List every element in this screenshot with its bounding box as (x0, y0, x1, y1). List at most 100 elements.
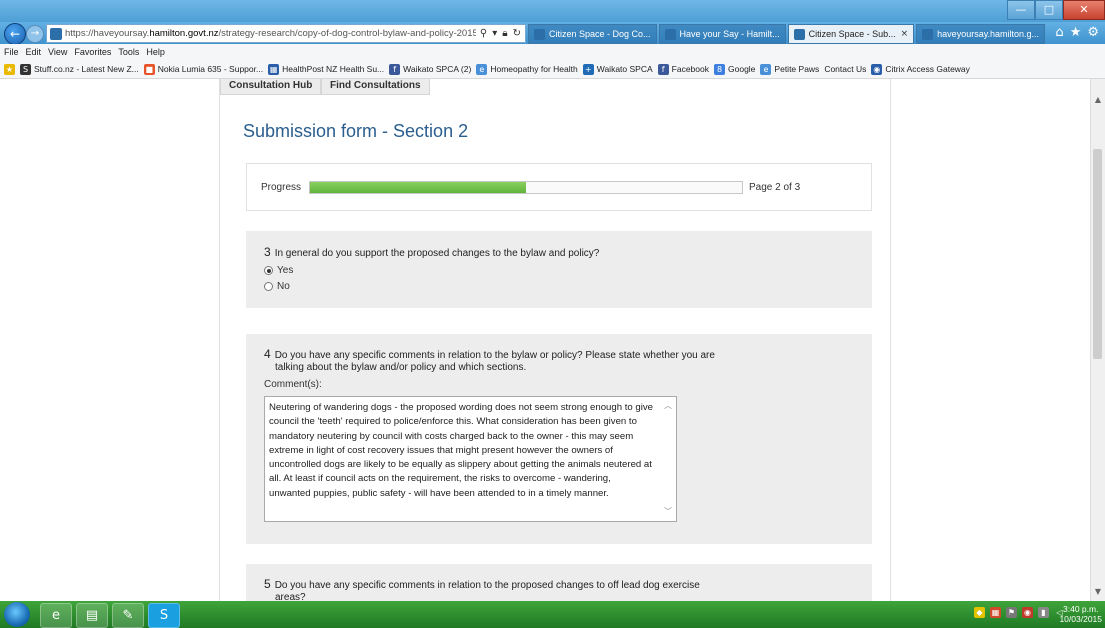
favorite-icon: S (20, 63, 31, 75)
menu-view[interactable]: View (48, 47, 67, 57)
favorite-link[interactable]: ■ Nokia Lumia 635 - Suppor... (143, 63, 264, 75)
favorite-icon: ■ (143, 63, 155, 75)
tray-app-icon[interactable]: ▦ (990, 607, 1001, 618)
tab-label: Have your Say - Hamilt... (679, 29, 780, 39)
clock-time: 3:40 p.m. (1063, 604, 1099, 614)
favorite-link[interactable]: e Petite Paws (760, 63, 820, 75)
minimize-button[interactable]: — (1007, 0, 1035, 20)
browser-right-icons: ⌂ ★ ⚙ (1055, 25, 1099, 40)
back-button[interactable]: ← (4, 23, 26, 45)
textarea-scroll-down-icon[interactable]: ﹀ (663, 507, 673, 517)
favorite-icon: + (582, 63, 594, 75)
comments-text: Neutering of wandering dogs - the propos… (269, 402, 653, 499)
question-5: 5 Do you have any specific comments in re… (246, 564, 872, 601)
radio-yes[interactable] (264, 266, 273, 275)
tray-antivirus-icon[interactable]: ◉ (1022, 607, 1033, 618)
textarea-scroll-up-icon[interactable]: ︿ (663, 401, 673, 411)
question-3-text: 3 In general do you support the proposed … (264, 246, 599, 260)
question-label: Do you have any specific comments in rel… (274, 350, 715, 361)
radio-no[interactable] (264, 282, 273, 291)
system-tray: ◆ ▦ ⚑ ◉ ▮ ◁ (974, 607, 1065, 618)
favorite-icon: e (760, 63, 772, 75)
network-icon[interactable]: ▮ (1038, 607, 1049, 618)
home-icon[interactable]: ⌂ (1055, 25, 1063, 40)
favorites-star-icon[interactable]: ★ (1070, 25, 1082, 40)
forward-button[interactable]: → (26, 25, 44, 43)
favorite-label: Waikato SPCA (596, 64, 653, 74)
close-button[interactable]: ✕ (1063, 0, 1105, 20)
radio-option-no[interactable]: No (264, 281, 290, 292)
radio-option-yes[interactable]: Yes (264, 265, 293, 276)
scroll-down-icon[interactable]: ▼ (1091, 585, 1105, 599)
skype-icon[interactable]: S (148, 603, 180, 628)
progress-label: Progress (261, 182, 302, 193)
file-explorer-icon[interactable]: ▤ (76, 603, 108, 628)
windows-taskbar: e ▤ ✎ S ◆ ▦ ⚑ ◉ ▮ ◁ 3:40 p.m. 10/03/2015 (0, 601, 1105, 628)
browser-toolbar: ← → https://haveyoursay. hamilton.govt.nz… (0, 22, 1105, 45)
browser-tab[interactable]: Citizen Space - Dog Co... (528, 24, 657, 44)
menu-favorites[interactable]: Favorites (74, 47, 111, 57)
browser-tab[interactable]: haveyoursay.hamilton.g... (916, 24, 1046, 44)
browser-tab[interactable]: Have your Say - Hamilt... (658, 24, 786, 44)
url-host: hamilton.govt.nz (149, 28, 219, 39)
question-4-text: 4 Do you have any specific comments in re… (264, 348, 715, 374)
favorite-label: Nokia Lumia 635 - Suppor... (157, 64, 264, 74)
menu-edit[interactable]: Edit (26, 47, 42, 57)
system-clock[interactable]: 3:40 p.m. 10/03/2015 (1059, 604, 1102, 624)
favorite-link[interactable]: S Stuff.co.nz - Latest New Z... (20, 63, 139, 75)
favorite-link[interactable]: ◉ Citrix Access Gateway (871, 63, 970, 75)
favorite-link[interactable]: e Homeopathy for Health (476, 63, 578, 75)
menu-help[interactable]: Help (146, 47, 165, 57)
tab-favicon-icon (534, 28, 545, 40)
question-label: Do you have any specific comments in rel… (274, 580, 700, 591)
tab-label: haveyoursay.hamilton.g... (937, 29, 1040, 39)
window-controls: — □ ✕ (1007, 0, 1105, 20)
tab-close-icon[interactable]: × (901, 29, 909, 39)
question-number: 5 (264, 577, 271, 591)
favorite-link[interactable]: f Waikato SPCA (2) (389, 63, 472, 75)
progress-bar-fill (310, 182, 526, 193)
nav-tab-find-consultations[interactable]: Find Consultations (321, 79, 430, 95)
favorite-link[interactable]: ▦ HealthPost NZ Health Su... (268, 63, 384, 75)
favorite-link[interactable]: Contact Us (824, 64, 866, 74)
menu-file[interactable]: File (4, 47, 19, 57)
question-3: 3 In general do you support the proposed … (246, 231, 872, 308)
browser-tab-active[interactable]: Citizen Space - Sub... × (787, 24, 915, 44)
favorite-label: Petite Paws (774, 64, 820, 74)
paint-icon[interactable]: ✎ (112, 603, 144, 628)
tab-label: Citizen Space - Dog Co... (549, 29, 651, 39)
address-bar[interactable]: https://haveyoursay. hamilton.govt.nz/str… (46, 24, 526, 43)
dropdown-icon[interactable]: ▾ (492, 28, 497, 39)
comments-textarea[interactable]: Neutering of wandering dogs - the propos… (264, 396, 677, 522)
progress-panel: Progress Page 2 of 3 (246, 163, 872, 211)
tab-favicon-icon (664, 28, 676, 40)
tray-flag-icon[interactable]: ⚑ (1006, 607, 1017, 618)
site-favicon-icon (50, 27, 62, 40)
scroll-up-icon[interactable]: ▲ (1091, 93, 1105, 107)
page-scrollbar[interactable]: ▲ ▼ (1090, 79, 1105, 601)
question-5-text: 5 Do you have any specific comments in re… (264, 578, 700, 601)
favorite-icon: ▦ (268, 63, 280, 75)
favorite-link[interactable]: + Waikato SPCA (582, 63, 653, 75)
tray-shield-icon[interactable]: ◆ (974, 607, 985, 618)
maximize-button[interactable]: □ (1035, 0, 1063, 20)
favorite-label: Waikato SPCA (2) (403, 64, 472, 74)
favorite-link[interactable]: f Facebook (657, 63, 709, 75)
search-icon[interactable]: ⚲ (480, 28, 487, 39)
favorite-label: Citrix Access Gateway (885, 64, 970, 74)
favorite-icon: e (476, 63, 488, 75)
nav-tab-consultation-hub[interactable]: Consultation Hub (220, 79, 322, 95)
start-button[interactable] (4, 602, 30, 627)
tab-strip: Citizen Space - Dog Co... Have your Say … (528, 24, 1046, 44)
scrollbar-thumb[interactable] (1093, 149, 1102, 359)
favorite-label: Contact Us (824, 64, 867, 74)
favorites-star-icon[interactable]: ★ (4, 63, 15, 75)
settings-gear-icon[interactable]: ⚙ (1087, 25, 1099, 40)
menu-tools[interactable]: Tools (118, 47, 139, 57)
internet-explorer-icon[interactable]: e (40, 603, 72, 628)
progress-page-indicator: Page 2 of 3 (749, 182, 801, 193)
progress-bar (309, 181, 743, 194)
refresh-icon[interactable]: ↻ (513, 28, 521, 39)
favorite-link[interactable]: 8 Google (714, 63, 755, 75)
lock-icon[interactable]: 🔒︎ (502, 28, 507, 39)
